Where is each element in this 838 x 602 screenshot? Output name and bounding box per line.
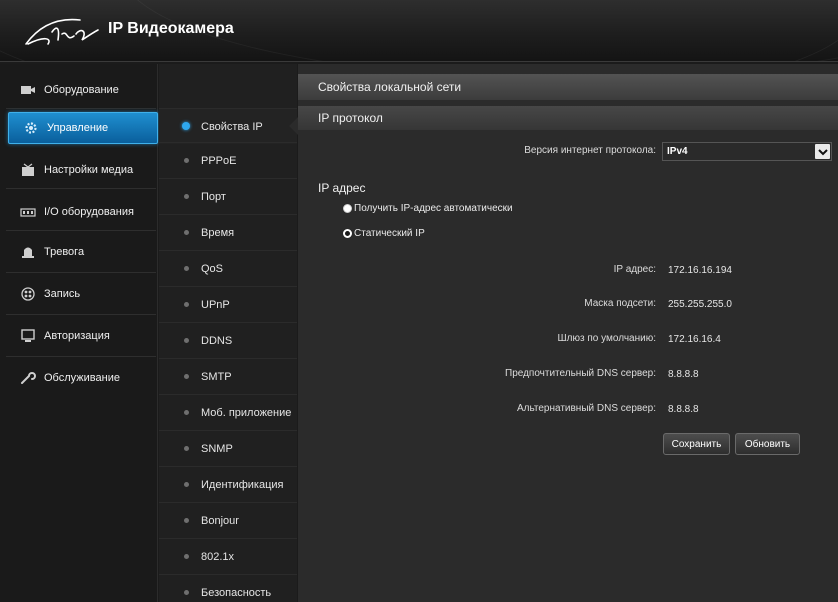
bullet-icon (184, 194, 189, 199)
nav-item-authorization[interactable]: Авторизация (6, 318, 158, 354)
stic-logo-icon (22, 14, 102, 54)
subnav-label: Идентификация (201, 478, 284, 491)
alarm-icon (20, 245, 36, 259)
radio-static-label: Статический IP (354, 228, 425, 239)
sub-nav: Свойства IP PPPoE Порт Время QoS UPnP DD… (159, 64, 298, 602)
subnav-item-pppoe[interactable]: PPPoE (159, 142, 297, 178)
subnav-item-port[interactable]: Порт (159, 178, 297, 214)
subnav-label: SNMP (201, 442, 233, 455)
nav-item-media-settings[interactable]: Настройки медиа (6, 152, 158, 188)
subnav-label: QoS (201, 262, 224, 275)
bullet-icon (184, 446, 189, 451)
preferred-dns-field[interactable]: 8.8.8.8 (662, 362, 822, 386)
subnav-item-time[interactable]: Время (159, 214, 297, 250)
subnav-item-mobile-app[interactable]: Моб. приложение (159, 394, 297, 430)
radio-auto-label: Получить IP-адрес автоматически (354, 203, 513, 214)
subnav-label: UPnP (201, 298, 230, 311)
nav-item-io[interactable]: I/O оборудования (6, 194, 158, 230)
subnav-label: Свойства IP (201, 120, 263, 133)
app-header: IP Видеокамера (0, 0, 838, 62)
subnav-label: SMTP (201, 370, 232, 383)
monitor-icon (20, 329, 36, 343)
bullet-icon (184, 590, 189, 595)
subnav-item-ip-properties[interactable]: Свойства IP (159, 108, 297, 144)
nav-label: Тревога (44, 246, 85, 258)
subnav-label: Время (201, 226, 235, 239)
subnav-label: 802.1x (201, 550, 235, 563)
radio-static-ip[interactable]: Статический IP (343, 228, 425, 239)
protocol-version-value: IPv4 (667, 146, 688, 157)
protocol-version-select[interactable]: IPv4 (662, 142, 832, 161)
bullet-icon (184, 554, 189, 559)
subnav-item-8021x[interactable]: 802.1x (159, 538, 297, 574)
subnav-item-security[interactable]: Безопасность (159, 574, 297, 602)
app-title: IP Видеокамера (108, 20, 234, 37)
chevron-down-icon[interactable] (815, 144, 830, 159)
nav-label: I/O оборудования (44, 206, 134, 218)
alternate-dns-label: Альтернативный DNS сервер: (516, 403, 656, 414)
preferred-dns-label: Предпочтительный DNS сервер: (505, 368, 656, 379)
media-icon (20, 163, 36, 177)
subnav-item-qos[interactable]: QoS (159, 250, 297, 286)
radio-circle-checked-icon[interactable] (343, 229, 352, 238)
subnav-item-upnp[interactable]: UPnP (159, 286, 297, 322)
subnav-item-bonjour[interactable]: Bonjour (159, 502, 297, 538)
subnav-item-ddns[interactable]: DDNS (159, 322, 297, 358)
subnet-mask-field[interactable]: 255.255.255.0 (662, 292, 822, 316)
nav-item-maintenance[interactable]: Обслуживание (6, 360, 158, 396)
subnav-label: DDNS (201, 334, 233, 347)
subnav-label: PPPoE (201, 154, 237, 167)
bullet-icon (184, 410, 189, 415)
subnav-label: Порт (201, 190, 226, 203)
section-ip-protocol: IP протокол (298, 106, 838, 130)
subnet-mask-label: Маска подсети: (584, 298, 656, 309)
nav-label: Оборудование (44, 84, 119, 96)
record-icon (20, 287, 36, 301)
main-nav: Оборудование Управление Настройки медиа … (0, 64, 158, 602)
nav-item-hardware[interactable]: Оборудование (6, 72, 158, 108)
nav-item-alarm[interactable]: Тревога (6, 234, 158, 270)
nav-label: Управление (47, 122, 109, 134)
bullet-icon (184, 230, 189, 235)
bullet-icon (184, 482, 189, 487)
nav-item-management[interactable]: Управление (8, 112, 158, 144)
subnav-item-identification[interactable]: Идентификация (159, 466, 297, 502)
refresh-button[interactable]: Обновить (735, 433, 800, 455)
bullet-icon (184, 302, 189, 307)
wrench-icon (20, 371, 36, 385)
section-ip-address: IP адрес (318, 181, 366, 195)
nav-label: Авторизация (44, 330, 110, 342)
ip-address-label: IP адрес: (613, 264, 656, 275)
nav-label: Запись (44, 288, 81, 300)
bullet-icon (184, 158, 189, 163)
active-pointer-icon (289, 117, 298, 135)
alternate-dns-field[interactable]: 8.8.8.8 (662, 397, 822, 421)
subnav-item-smtp[interactable]: SMTP (159, 358, 297, 394)
radio-circle-icon[interactable] (343, 204, 352, 213)
radio-auto-ip[interactable]: Получить IP-адрес автоматически (343, 203, 513, 214)
subnav-item-snmp[interactable]: SNMP (159, 430, 297, 466)
nav-label: Обслуживание (44, 372, 120, 384)
subnav-label: Bonjour (201, 514, 239, 527)
panel-title: Свойства локальной сети (298, 74, 838, 100)
bullet-icon (184, 518, 189, 523)
save-button[interactable]: Сохранить (663, 433, 730, 455)
io-icon (20, 205, 36, 219)
nav-item-record[interactable]: Запись (6, 276, 158, 312)
gateway-label: Шлюз по умолчанию: (557, 333, 657, 344)
camera-icon (20, 83, 36, 97)
subnav-label: Безопасность (201, 586, 272, 599)
gateway-field[interactable]: 172.16.16.4 (662, 327, 822, 351)
nav-label: Настройки медиа (44, 164, 134, 176)
bullet-icon (184, 266, 189, 271)
subnav-label: Моб. приложение (201, 406, 292, 419)
gear-icon (23, 121, 39, 135)
bullet-icon (184, 338, 189, 343)
bullet-icon (184, 374, 189, 379)
active-dot-icon (182, 122, 190, 130)
protocol-version-label: Версия интернет протокола: (524, 145, 656, 156)
ip-address-field[interactable]: 172.16.16.194 (662, 258, 822, 282)
